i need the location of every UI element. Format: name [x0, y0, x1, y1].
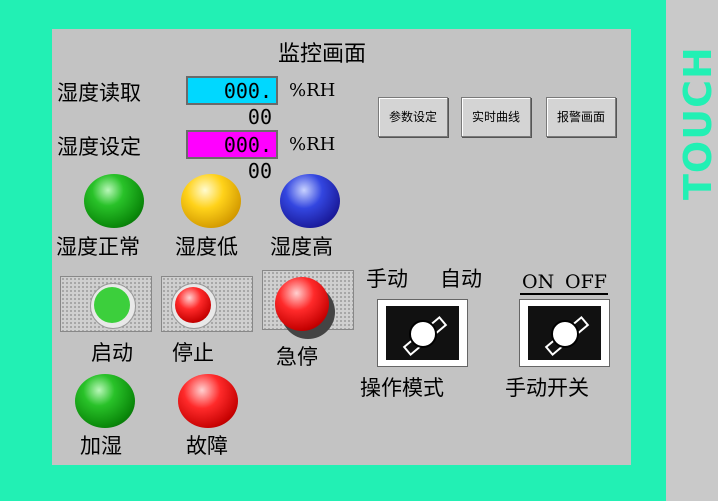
mode-auto-label: 自动 [440, 267, 482, 291]
realtime-curve-button[interactable]: 实时曲线 [461, 97, 531, 137]
humidity-set-input[interactable]: 000. 00 [186, 130, 278, 183]
manual-onoff-switch[interactable] [519, 299, 610, 367]
start-label: 启动 [91, 341, 133, 365]
emergency-stop-cap [275, 277, 329, 331]
humidity-set-unit: %RH [289, 134, 336, 155]
start-button[interactable] [60, 276, 152, 332]
humidity-high-lamp [280, 174, 340, 228]
alarm-screen-button[interactable]: 报警画面 [546, 97, 616, 137]
start-button-cap [94, 287, 130, 323]
manual-on-label: ON [522, 271, 555, 293]
manual-switch-label: 手动开关 [505, 376, 589, 400]
humidify-lamp [75, 374, 135, 428]
humidity-low-label: 湿度低 [175, 235, 238, 259]
stop-button-cap [175, 287, 211, 323]
humidity-low-lamp [181, 174, 241, 228]
manual-off-label: OFF [565, 271, 607, 293]
stop-label: 停止 [172, 341, 214, 365]
brand-label: TOUCH [676, 46, 718, 200]
operation-mode-switch[interactable] [377, 299, 468, 367]
stop-button[interactable] [161, 276, 253, 332]
operation-mode-label: 操作模式 [360, 376, 444, 400]
on-off-divider [520, 293, 608, 295]
mode-manual-label: 手动 [366, 267, 408, 291]
manual-onoff-switch-knob [551, 320, 579, 348]
fault-lamp [178, 374, 238, 428]
param-settings-button[interactable]: 参数设定 [378, 97, 448, 137]
fault-label: 故障 [186, 434, 228, 458]
page-title: 监控画面 [278, 42, 367, 67]
humidity-high-label: 湿度高 [270, 235, 333, 259]
humidity-read-label: 湿度读取 [57, 81, 141, 105]
humidity-read-unit: %RH [289, 80, 336, 101]
manual-onoff-switch-body [528, 306, 601, 360]
operation-mode-switch-body [386, 306, 459, 360]
humidity-read-display: 000. 00 [186, 76, 278, 129]
humidity-normal-label: 湿度正常 [56, 235, 140, 259]
humidity-set-label: 湿度设定 [57, 135, 141, 159]
emergency-stop-button[interactable] [262, 270, 354, 339]
humidify-label: 加湿 [80, 434, 122, 458]
humidity-normal-lamp [84, 174, 144, 228]
emergency-stop-label: 急停 [276, 345, 318, 369]
operation-mode-switch-knob [409, 320, 437, 348]
